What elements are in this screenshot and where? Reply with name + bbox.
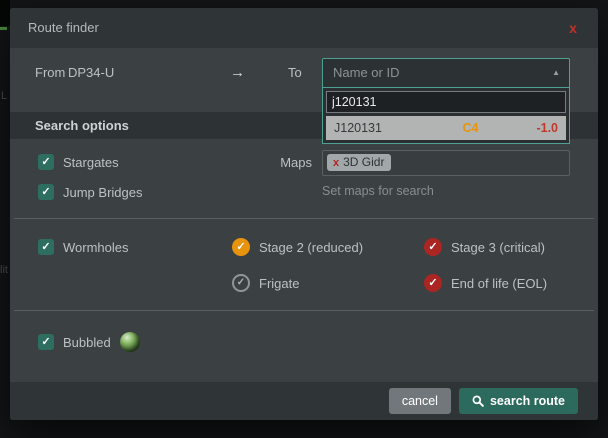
option-wormholes[interactable]: ✓ Wormholes [38,239,129,255]
wormholes-label: Wormholes [63,240,129,255]
background-text-fragment: L [1,90,7,102]
result-system-security: -1.0 [536,121,558,135]
stage2-label: Stage 2 (reduced) [259,240,363,255]
stage2-check-icon[interactable]: ✓ [232,238,250,256]
dialog-footer: cancel search route [10,382,598,420]
option-stargates[interactable]: ✓ Stargates [38,154,119,170]
result-system-class: C4 [462,121,478,135]
search-route-button[interactable]: search route [459,388,578,414]
to-select-placeholder: Name or ID [333,59,399,87]
result-system-name: J120131 [334,121,462,135]
cancel-button-label: cancel [402,394,438,408]
divider [14,218,594,219]
maps-help-text: Set maps for search [322,184,434,198]
to-label: To [288,58,302,88]
to-system-select[interactable]: Name or ID ▲ [322,58,570,88]
stage3-check-icon[interactable]: ✓ [424,238,442,256]
arrow-right-icon: → [230,58,245,88]
option-stage3[interactable]: ✓ Stage 3 (critical) [424,238,545,256]
option-frigate[interactable]: ✓ Frigate [232,274,299,292]
system-search-result-row[interactable]: J120131 C4 -1.0 [326,116,566,140]
option-jump-bridges[interactable]: ✓ Jump Bridges [38,184,142,200]
wormholes-checkbox[interactable]: ✓ [38,239,54,255]
dialog-header: Route finder x [10,8,598,48]
chevron-up-icon: ▲ [552,59,560,87]
dialog-title: Route finder [28,8,99,48]
maps-select-field[interactable]: x 3D Gidr [322,150,570,176]
remove-tag-icon[interactable]: x [333,157,339,169]
search-icon [472,395,484,407]
route-finder-dialog: Route finder x From DP34-U → To Name or … [10,8,598,420]
option-eol[interactable]: ✓ End of life (EOL) [424,274,547,292]
background-text-fragment: lit [0,264,8,276]
from-system-value: DP34-U [68,58,114,88]
background-window-fragment [0,0,10,26]
frigate-label: Frigate [259,276,299,291]
option-bubbled[interactable]: ✓ Bubbled [38,332,140,352]
cancel-button[interactable]: cancel [389,388,451,414]
divider [14,310,594,311]
to-system-dropdown-panel: J120131 C4 -1.0 [322,88,570,144]
map-tag-label: 3D Gidr [343,155,384,169]
eol-label: End of life (EOL) [451,276,547,291]
from-label: From [35,58,65,88]
stargates-checkbox[interactable]: ✓ [38,154,54,170]
stage3-label: Stage 3 (critical) [451,240,545,255]
search-options-title: Search options [35,112,129,139]
jump-bridges-checkbox[interactable]: ✓ [38,184,54,200]
stargates-label: Stargates [63,155,119,170]
search-route-button-label: search route [490,394,565,408]
bubbled-checkbox[interactable]: ✓ [38,334,54,350]
bubbled-label: Bubbled [63,335,111,350]
jump-bridges-label: Jump Bridges [63,185,142,200]
bubble-icon [120,332,140,352]
option-stage2[interactable]: ✓ Stage 2 (reduced) [232,238,363,256]
close-icon[interactable]: x [564,19,582,37]
map-tag: x 3D Gidr [327,154,391,171]
eol-check-icon[interactable]: ✓ [424,274,442,292]
system-search-input[interactable] [326,91,566,113]
background-green-strip [0,27,7,30]
maps-label: Maps [240,150,312,176]
frigate-check-icon[interactable]: ✓ [232,274,250,292]
route-endpoints-row: From DP34-U → To Name or ID ▲ [10,58,598,88]
